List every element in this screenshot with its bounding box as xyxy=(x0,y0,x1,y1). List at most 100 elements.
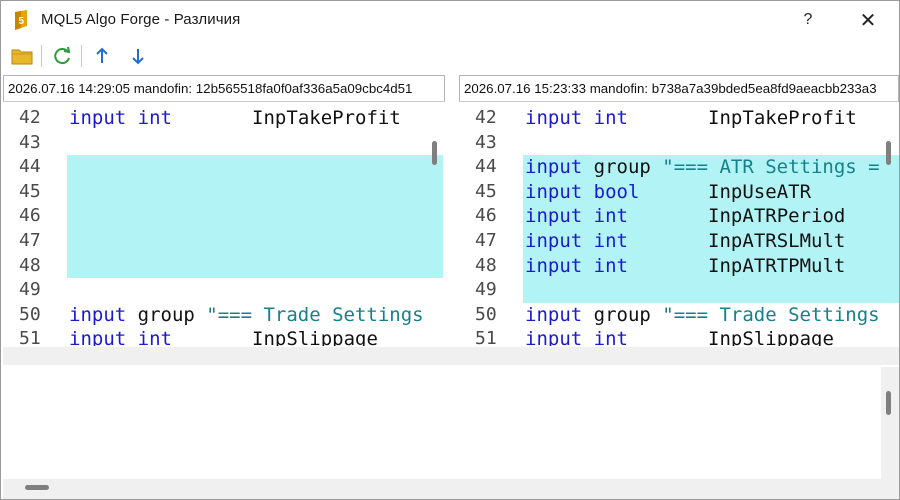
identifier-token: InpTakeProfit xyxy=(171,107,401,129)
changed-code-text: input int InpATRTPMult xyxy=(523,253,899,279)
bottom-horizontal-scrollbar[interactable] xyxy=(25,485,49,490)
line-number: 42 xyxy=(3,106,67,131)
arrow-down-icon[interactable] xyxy=(125,43,151,69)
keyword-token: int xyxy=(593,254,628,277)
code-line[interactable]: 46 xyxy=(3,204,443,229)
identifier-token: InpATRTPMult xyxy=(627,254,846,277)
line-number: 43 xyxy=(3,130,67,156)
keyword-token: int xyxy=(137,107,172,129)
folder-icon[interactable] xyxy=(9,43,35,69)
line-number: 44 xyxy=(459,155,523,180)
toolbar-separator xyxy=(41,45,42,67)
keyword-token: input xyxy=(525,230,583,252)
identifier-token: InpSlippage xyxy=(627,328,834,346)
line-number: 49 xyxy=(3,278,67,303)
identifier-token xyxy=(582,107,593,129)
arrow-up-icon[interactable] xyxy=(89,43,115,69)
line-number: 50 xyxy=(459,302,523,328)
code-line[interactable]: 51 input int InpSlippage xyxy=(459,327,899,346)
close-button[interactable]: ✕ xyxy=(845,3,891,37)
code-line[interactable]: 45 input bool InpUseATR xyxy=(459,179,899,205)
code-line[interactable]: 49 xyxy=(459,278,899,303)
code-line[interactable]: 42 input int InpTakeProfit xyxy=(3,106,443,131)
left-vertical-scrollbar[interactable] xyxy=(432,141,437,165)
code-line[interactable]: 51 input int InpSlippage xyxy=(3,327,443,346)
identifier-token xyxy=(582,255,593,277)
left-revision-header: 2026.07.16 14:29:05 mandofin: 12b565518f… xyxy=(3,75,445,102)
right-vertical-scrollbar[interactable] xyxy=(886,141,891,165)
right-code-pane[interactable]: 42 input int InpTakeProfit 43 44 input group… xyxy=(459,104,899,346)
changed-code-text: input int InpATRPeriod xyxy=(523,204,899,229)
left-code-pane[interactable]: 42 input int InpTakeProfit 43 44 45 46 47 48 49 5… xyxy=(3,104,443,346)
horizontal-splitter[interactable] xyxy=(3,347,899,365)
code-text: input int InpTakeProfit xyxy=(523,106,899,131)
line-number: 43 xyxy=(459,130,523,156)
identifier-token: group xyxy=(582,303,663,326)
changed-code-text xyxy=(523,278,899,303)
code-line[interactable]: 50 input group "=== Trade Settings xyxy=(3,302,443,328)
code-line[interactable]: 49 xyxy=(3,278,443,303)
bottom-vertical-scrollbar[interactable] xyxy=(886,391,891,415)
keyword-token: int xyxy=(593,107,628,129)
code-line[interactable]: 47 input int InpATRSLMult xyxy=(459,229,899,254)
code-text: input int InpSlippage xyxy=(523,327,899,346)
line-number: 45 xyxy=(3,179,67,205)
title-bar[interactable]: 5 MQL5 Algo Forge - Различия ? ✕ xyxy=(1,1,899,39)
pane-divider[interactable] xyxy=(447,75,457,347)
identifier-token xyxy=(582,328,593,346)
line-number: 48 xyxy=(459,253,523,279)
changed-code-text: input bool InpUseATR xyxy=(523,179,899,205)
identifier-token xyxy=(582,205,593,227)
keyword-token: input xyxy=(69,303,127,326)
line-number: 48 xyxy=(3,253,67,279)
bottom-scroll-track xyxy=(881,367,899,479)
line-number: 46 xyxy=(3,204,67,229)
code-line[interactable]: 45 xyxy=(3,179,443,205)
code-line[interactable]: 44 xyxy=(3,155,443,180)
identifier-token: InpATRPeriod xyxy=(627,205,846,228)
identifier-token: group xyxy=(582,156,663,179)
code-text: input group "=== Trade Settings xyxy=(523,303,899,328)
bottom-scroll-strip xyxy=(3,479,899,499)
help-button[interactable]: ? xyxy=(785,3,831,37)
code-line[interactable]: 50 input group "=== Trade Settings xyxy=(459,302,899,328)
line-number: 51 xyxy=(3,327,67,346)
code-line[interactable]: 47 xyxy=(3,229,443,254)
refresh-icon[interactable] xyxy=(49,43,75,69)
identifier-token: InpSlippage xyxy=(171,328,378,346)
line-number: 44 xyxy=(3,155,67,180)
code-line[interactable]: 43 xyxy=(3,130,443,156)
svg-text:5: 5 xyxy=(19,16,25,27)
code-line[interactable]: 48 xyxy=(3,253,443,279)
line-number: 46 xyxy=(459,204,523,229)
line-number: 42 xyxy=(459,106,523,131)
keyword-token: int xyxy=(593,328,628,346)
code-line[interactable]: 43 xyxy=(459,130,899,156)
right-revision-header: 2026.07.16 15:23:33 mandofin: b738a7a39b… xyxy=(459,75,899,102)
code-line[interactable]: 46 input int InpATRPeriod xyxy=(459,204,899,229)
code-line[interactable]: 48 input int InpATRTPMult xyxy=(459,253,899,279)
keyword-token: input xyxy=(525,180,583,203)
keyword-token: input xyxy=(525,303,583,326)
changed-code-text: input group "=== ATR Settings = xyxy=(523,155,899,180)
line-number: 51 xyxy=(459,327,523,346)
diff-window: 5 MQL5 Algo Forge - Различия ? ✕ 2026.07… xyxy=(0,0,900,500)
code-text: input int InpSlippage xyxy=(67,327,443,346)
bottom-detail-pane[interactable] xyxy=(3,367,881,479)
keyword-token: input xyxy=(69,328,127,346)
keyword-token: int xyxy=(593,205,628,228)
changed-code-text: input int InpATRSLMult xyxy=(523,229,899,254)
code-text: input group "=== Trade Settings xyxy=(67,303,443,328)
code-line[interactable]: 42 input int InpTakeProfit xyxy=(459,106,899,131)
keyword-token: input xyxy=(525,156,583,179)
changed-code-text xyxy=(67,204,443,229)
code-line[interactable]: 44 input group "=== ATR Settings = xyxy=(459,155,899,180)
line-number: 47 xyxy=(3,229,67,254)
identifier-token: InpUseATR xyxy=(639,180,812,203)
line-number: 47 xyxy=(459,229,523,254)
changed-code-text xyxy=(67,253,443,279)
identifier-token: InpTakeProfit xyxy=(627,107,857,129)
app-logo-icon: 5 xyxy=(13,10,29,30)
toolbar xyxy=(1,39,899,73)
